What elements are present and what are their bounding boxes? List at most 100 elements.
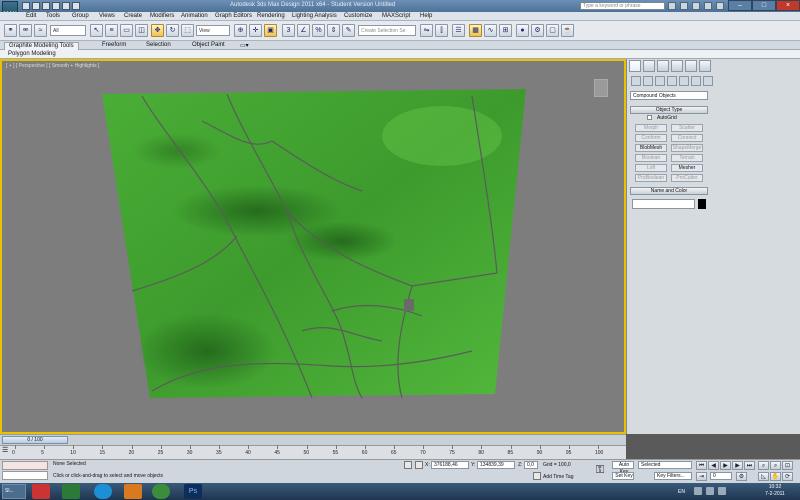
terrain-button[interactable]: Terrain	[671, 154, 703, 162]
mesher-button[interactable]: Mesher	[671, 164, 703, 172]
menu-edit[interactable]: Edit	[26, 13, 36, 19]
space-warps-icon[interactable]	[691, 76, 701, 86]
selection-filter-dropdown[interactable]: All	[50, 25, 86, 36]
select-and-link-icon[interactable]: ⚭	[4, 24, 17, 37]
binoculars-icon[interactable]	[668, 2, 676, 10]
bind-space-warp-icon[interactable]: ≈	[34, 24, 47, 37]
shapes-icon[interactable]	[643, 76, 653, 86]
menu-animation[interactable]: Animation	[181, 13, 208, 19]
zoom-icon[interactable]: ⌕	[758, 461, 769, 470]
reference-coordinate-dropdown[interactable]: View	[196, 25, 230, 36]
language-indicator[interactable]: EN	[678, 489, 685, 495]
volume-icon[interactable]	[706, 487, 714, 495]
layer-manager-icon[interactable]: ☰	[452, 24, 465, 37]
time-slider-handle[interactable]: 0 / 100	[2, 436, 68, 444]
lights-icon[interactable]	[655, 76, 665, 86]
help-icon[interactable]	[716, 2, 724, 10]
save-icon[interactable]	[42, 2, 50, 10]
time-slider-track[interactable]	[0, 434, 626, 445]
menu-group[interactable]: Group	[72, 13, 89, 19]
set-key-icon[interactable]: ⚿	[592, 462, 608, 478]
new-file-icon[interactable]	[22, 2, 30, 10]
morph-button[interactable]: Morph	[635, 124, 667, 132]
menu-views[interactable]: Views	[99, 13, 115, 19]
object-category-dropdown[interactable]: Compound Objects	[630, 91, 708, 100]
material-editor-icon[interactable]: ●	[516, 24, 529, 37]
ribbon-options-icon[interactable]: ▭▾	[240, 42, 249, 49]
go-to-end-icon[interactable]: ⏭	[744, 461, 755, 470]
autogrid-checkbox[interactable]	[647, 115, 652, 120]
pan-view-icon[interactable]: ✋	[770, 472, 781, 481]
unlink-icon[interactable]: ⚮	[19, 24, 32, 37]
play-icon[interactable]: ▶	[720, 461, 731, 470]
select-by-name-icon[interactable]: ≡	[105, 24, 118, 37]
select-and-move-icon[interactable]: ✥	[151, 24, 164, 37]
name-and-color-rollout-header[interactable]: Name and Color	[630, 187, 708, 195]
tab-freeform[interactable]: Freeform	[98, 42, 130, 50]
network-icon[interactable]	[694, 487, 702, 495]
lock-selection-icon[interactable]	[404, 461, 412, 469]
maxscript-output-mini[interactable]	[2, 471, 48, 480]
chrome-icon[interactable]	[152, 484, 170, 499]
time-tag-icon[interactable]	[533, 472, 541, 480]
spinner-snap-icon[interactable]: ⇕	[327, 24, 340, 37]
flag-icon[interactable]	[718, 487, 726, 495]
angle-snap-icon[interactable]: ∠	[297, 24, 310, 37]
hierarchy-tab-icon[interactable]	[657, 60, 669, 72]
scatter-button[interactable]: Scatter	[671, 124, 703, 132]
search-input[interactable]: Type a keyword or phrase	[580, 2, 665, 10]
select-and-scale-icon[interactable]: ⬚	[181, 24, 194, 37]
perspective-viewport[interactable]: [ + ] [ Perspective ] [ Smooth + Highlig…	[0, 59, 626, 434]
tab-object-paint[interactable]: Object Paint	[188, 42, 229, 50]
menu-rendering[interactable]: Rendering	[257, 13, 285, 19]
viewcube-icon[interactable]	[594, 79, 608, 97]
firefox-icon[interactable]	[124, 484, 142, 499]
menu-tools[interactable]: Tools	[46, 13, 60, 19]
key-filters-button[interactable]: Key Filters...	[654, 472, 692, 480]
render-production-icon[interactable]: ☕	[561, 24, 574, 37]
named-selection-sets-dropdown[interactable]: Create Selection Se	[358, 25, 416, 36]
open-file-icon[interactable]	[32, 2, 40, 10]
create-tab-icon[interactable]	[629, 60, 641, 72]
auto-key-button[interactable]: Auto Key	[612, 461, 634, 475]
edit-named-selection-icon[interactable]: ✎	[342, 24, 355, 37]
acrobat-icon[interactable]	[32, 484, 50, 499]
favorites-star-icon[interactable]	[704, 2, 712, 10]
shapemerge-button[interactable]: ShapeMerge	[671, 144, 703, 152]
photoshop-icon[interactable]: Ps	[184, 484, 202, 499]
window-crossing-icon[interactable]: ◫	[135, 24, 148, 37]
terrain-mesh[interactable]	[2, 61, 624, 432]
key-mode-dropdown[interactable]: Selected	[638, 461, 692, 469]
viewport-label[interactable]: [ + ] [ Perspective ] [ Smooth + Highlig…	[6, 63, 99, 69]
subscription-icon[interactable]	[680, 2, 688, 10]
go-to-start-icon[interactable]: ⏮	[696, 461, 707, 470]
next-frame-icon[interactable]: ▶	[732, 461, 743, 470]
graphite-modeling-tools-icon[interactable]: ▦	[469, 24, 482, 37]
undo-icon[interactable]	[52, 2, 60, 10]
motion-tab-icon[interactable]	[671, 60, 683, 72]
rectangular-selection-icon[interactable]: ▭	[120, 24, 133, 37]
menu-maxscript[interactable]: MAXScript	[382, 13, 410, 19]
utilities-tab-icon[interactable]	[699, 60, 711, 72]
zoom-extents-icon[interactable]: ⊡	[782, 461, 793, 470]
clock[interactable]: 10:32 7-2-2011	[750, 484, 800, 498]
menu-create[interactable]: Create	[124, 13, 142, 19]
orbit-icon[interactable]: ⟳	[782, 472, 793, 481]
boolean-button[interactable]: Boolean	[635, 154, 667, 162]
procutter-button[interactable]: ProCutter	[671, 174, 703, 182]
snaps-toggle-icon[interactable]: 3	[282, 24, 295, 37]
key-mode-toggle-icon[interactable]: ⇥	[696, 472, 707, 481]
minimize-button[interactable]: –	[728, 0, 752, 11]
menu-graph-editors[interactable]: Graph Editors	[215, 13, 252, 19]
menu-help[interactable]: Help	[420, 13, 432, 19]
menu-customize[interactable]: Customize	[344, 13, 372, 19]
render-setup-icon[interactable]: ⚙	[531, 24, 544, 37]
panel-polygon-modeling[interactable]: Polygon Modeling	[4, 51, 60, 59]
object-name-field[interactable]	[632, 199, 695, 209]
set-key-button[interactable]: Set Key	[612, 472, 634, 480]
keyboard-shortcut-override-icon[interactable]: ▣	[264, 24, 277, 37]
select-object-icon[interactable]: ↖	[90, 24, 103, 37]
menu-lighting-analysis[interactable]: Lighting Analysis	[292, 13, 337, 19]
add-time-tag-label[interactable]: Add Time Tag	[543, 474, 573, 480]
align-icon[interactable]: ⫿	[435, 24, 448, 37]
